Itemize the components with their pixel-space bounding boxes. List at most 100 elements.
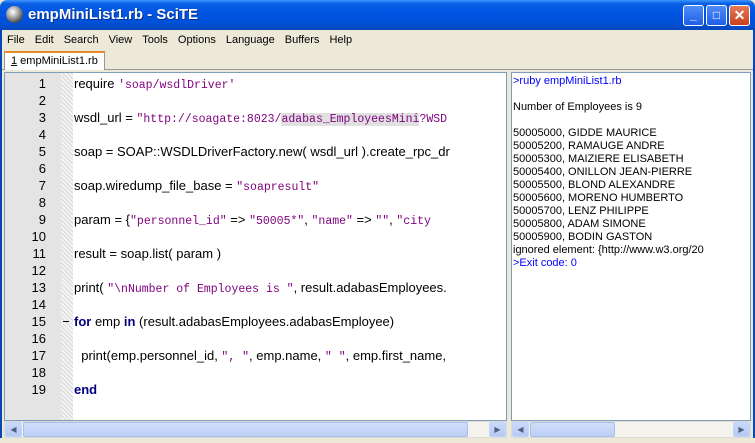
output-line: 50005600, MORENO HUMBERTO — [513, 192, 684, 204]
output-line: 50005200, RAMAUGE ANDRE — [513, 140, 665, 152]
output-line: Number of Employees is 9 — [513, 101, 642, 113]
status-bar — [0, 438, 755, 443]
code-line[interactable]: 19 end — [5, 381, 506, 398]
scite-app-icon[interactable] — [6, 6, 23, 23]
code-line[interactable]: 3 wsdl_url = "http://soagate:8023/adabas_… — [5, 109, 506, 126]
code-line[interactable]: 13 print( "\nNumber of Employees is ", re… — [5, 279, 506, 296]
code-token: => — [352, 212, 376, 227]
output-command-line: >ruby empMiniList1.rb — [513, 75, 622, 87]
code-token: result = soap.list( param ) — [74, 246, 222, 261]
menu-help[interactable]: Help — [324, 34, 357, 46]
buffer-tab-strip: 1 empMiniList1.rb — [2, 49, 753, 70]
scroll-right-arrow-icon[interactable]: ▶ — [733, 422, 750, 437]
code-line[interactable]: 10 — [5, 228, 506, 245]
string-token: "name" — [311, 215, 353, 228]
line-number: 12 — [31, 263, 46, 278]
scroll-left-arrow-icon[interactable]: ◀ — [5, 422, 22, 437]
line-number: 7 — [38, 178, 46, 193]
menu-bar: File Edit Search View Tools Options Lang… — [2, 30, 753, 49]
line-number: 11 — [32, 246, 47, 261]
line-number: 4 — [38, 127, 46, 142]
code-line[interactable]: 14 — [5, 296, 506, 313]
code-line[interactable]: 7 soap.wiredump_file_base = "soapresult" — [5, 177, 506, 194]
output-line: 50005500, BLOND ALEXANDRE — [513, 179, 676, 191]
code-token: print(emp.personnel_id, — [74, 348, 222, 363]
code-line[interactable]: 2 — [5, 92, 506, 109]
code-line[interactable]: 5 soap = SOAP::WSDLDriverFactory.new( wsd… — [5, 143, 506, 160]
keyword-token: in — [123, 314, 136, 329]
code-line[interactable]: 1 require 'soap/wsdlDriver' — [5, 75, 506, 92]
output-line: 50005000, GIDDE MAURICE — [513, 127, 657, 139]
code-line[interactable]: 15 for emp in (result.adabasEmployees.ada… — [5, 313, 506, 330]
output-line: 50005700, LENZ PHILIPPE — [513, 205, 649, 217]
menu-file[interactable]: File — [2, 34, 30, 46]
code-line[interactable]: 18 — [5, 364, 506, 381]
line-number: 6 — [38, 161, 46, 176]
code-line[interactable]: 8 — [5, 194, 506, 211]
line-number: 5 — [38, 144, 46, 159]
menu-buffers[interactable]: Buffers — [280, 34, 325, 46]
code-text: result = soap.list( param ) — [74, 245, 221, 262]
keyword-token: end — [74, 382, 98, 397]
line-number: 16 — [31, 331, 46, 346]
output-line: ignored element: {http://www.w3.org/20 — [513, 244, 704, 256]
line-number: 10 — [31, 229, 46, 244]
code-token: emp — [91, 314, 124, 329]
output-line: 50005400, ONILLON JEAN-PIERRE — [513, 166, 693, 178]
string-token: adabas_EmployeesMini — [281, 113, 420, 126]
line-number: 14 — [31, 297, 46, 312]
menu-options[interactable]: Options — [173, 34, 221, 46]
code-token: , result.adabasEmployees. — [293, 280, 447, 295]
line-number: 9 — [38, 212, 46, 227]
code-editor[interactable]: 1 require 'soap/wsdlDriver' 2 3 wsdl_url = "… — [4, 72, 507, 421]
string-token: "personnel_id" — [130, 215, 227, 228]
menu-tools[interactable]: Tools — [137, 34, 173, 46]
tab-empminilist1[interactable]: 1 empMiniList1.rb — [4, 51, 105, 70]
code-token: require — [74, 76, 119, 91]
code-token: print( — [74, 280, 108, 295]
output-scroll-thumb[interactable] — [530, 422, 615, 437]
code-line[interactable]: 12 — [5, 262, 506, 279]
line-number: 8 — [38, 195, 46, 210]
menu-search[interactable]: Search — [59, 34, 104, 46]
menu-view[interactable]: View — [104, 34, 138, 46]
code-line[interactable]: 17 print(emp.personnel_id, ", ", emp.nam… — [5, 347, 506, 364]
code-text: end — [74, 381, 97, 398]
scroll-left-arrow-icon[interactable]: ◀ — [512, 422, 529, 437]
code-token: soap.wiredump_file_base = — [74, 178, 237, 193]
line-number: 1 — [38, 76, 46, 91]
line-number: 2 — [38, 93, 46, 108]
output-horizontal-scrollbar[interactable]: ◀ ▶ — [511, 421, 751, 438]
menu-edit[interactable]: Edit — [30, 34, 59, 46]
output-pane[interactable]: >ruby empMiniList1.rb Number of Employees… — [511, 72, 751, 421]
editor-horizontal-scrollbar[interactable]: ◀ ▶ — [4, 421, 507, 438]
editor-scroll-thumb[interactable] — [23, 422, 468, 437]
code-line[interactable]: 6 — [5, 160, 506, 177]
string-token: ", " — [221, 351, 250, 364]
close-button[interactable]: ✕ — [729, 5, 750, 26]
line-number: 18 — [31, 365, 46, 380]
minimize-button[interactable]: _ — [683, 5, 704, 26]
code-line[interactable]: 9 param = {"personnel_id" => "50005*", "n… — [5, 211, 506, 228]
window-title: empMiniList1.rb - SciTE — [28, 6, 199, 23]
string-token: "city — [396, 215, 431, 228]
code-token: , emp.first_name, — [345, 348, 447, 363]
code-token: , — [304, 212, 312, 227]
tab-label: empMiniList1.rb — [17, 55, 98, 67]
scroll-right-arrow-icon[interactable]: ▶ — [489, 422, 506, 437]
string-token: 'soap/wsdlDriver' — [118, 79, 236, 92]
fold-minus-icon[interactable] — [63, 321, 69, 322]
menu-language[interactable]: Language — [221, 34, 280, 46]
code-line[interactable]: 16 — [5, 330, 506, 347]
line-number: 3 — [38, 110, 46, 125]
code-text: for emp in (result.adabasEmployees.adaba… — [74, 313, 394, 330]
keyword-token: for — [74, 314, 92, 329]
code-line[interactable]: 4 — [5, 126, 506, 143]
maximize-button[interactable]: □ — [706, 5, 727, 26]
string-token: "\nNumber of Employees is " — [107, 283, 294, 296]
output-command-line: >Exit code: 0 — [513, 257, 577, 269]
line-number: 17 — [31, 348, 46, 363]
code-token: (result.adabasEmployees.adabasEmployee) — [135, 314, 395, 329]
title-bar[interactable]: empMiniList1.rb - SciTE _ □ ✕ — [0, 0, 755, 30]
code-line[interactable]: 11 result = soap.list( param ) — [5, 245, 506, 262]
